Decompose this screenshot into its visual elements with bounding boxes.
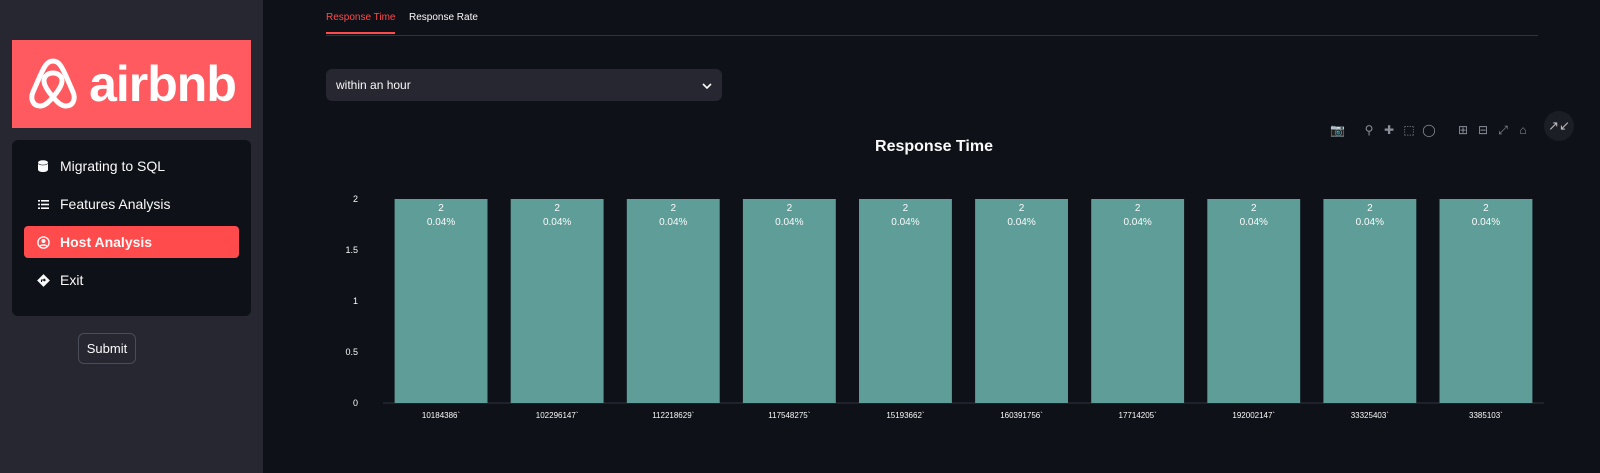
- bar-percent-label: 0.04%: [1007, 217, 1035, 228]
- bar-value-label: 2: [1135, 203, 1141, 214]
- bar-value-label: 2: [554, 203, 560, 214]
- menu-item-host-analysis[interactable]: Host Analysis: [24, 226, 239, 258]
- bar-value-label: 2: [438, 203, 444, 214]
- sign-turn-icon: [36, 273, 50, 287]
- bar-percent-label: 0.04%: [891, 217, 919, 228]
- bar-value-label: 2: [1019, 203, 1025, 214]
- bar[interactable]: [1207, 199, 1301, 403]
- bar[interactable]: [975, 199, 1068, 403]
- y-tick-label: 0.5: [345, 347, 358, 357]
- menu-item-exit[interactable]: Exit: [24, 264, 239, 296]
- list-icon: [36, 197, 50, 211]
- navigation-menu: Migrating to SQL Features Analysis Host …: [12, 140, 251, 316]
- x-tick-label: 117548275`: [768, 411, 810, 420]
- x-tick-label: 192002147`: [1232, 411, 1275, 420]
- submit-button[interactable]: Submit: [78, 333, 136, 364]
- bar-percent-label: 0.04%: [659, 217, 687, 228]
- airbnb-belo-icon: [29, 58, 77, 109]
- bar-percent-label: 0.04%: [427, 217, 455, 228]
- x-tick-label: 3385103`: [1469, 411, 1503, 420]
- bar[interactable]: [1439, 199, 1533, 403]
- tab-response-rate[interactable]: Response Rate: [409, 12, 478, 32]
- bar-value-label: 2: [787, 203, 793, 214]
- bar-percent-label: 0.04%: [1472, 217, 1500, 228]
- x-tick-label: 112218629`: [652, 411, 694, 420]
- sidebar: airbnb Migrating to SQL Features Analysi…: [0, 0, 263, 473]
- tab-bar: Response Time Response Rate: [326, 0, 1538, 36]
- y-tick-label: 1.5: [345, 245, 358, 255]
- bar[interactable]: [1091, 199, 1185, 403]
- x-tick-label: 33325403`: [1351, 411, 1390, 420]
- x-tick-label: 17714205`: [1119, 411, 1158, 420]
- x-tick-label: 102296147`: [536, 411, 579, 420]
- menu-item-label: Exit: [60, 272, 84, 288]
- expand-icon: ↗↙: [1548, 118, 1570, 133]
- x-axis-ticks: 10184386` 102296147` 112218629` 117548275` 1…: [422, 411, 1503, 420]
- bar[interactable]: [510, 199, 604, 403]
- x-tick-label: 160391756`: [1000, 411, 1043, 420]
- y-axis-ticks: 0 0.5 1 1.5 2: [345, 194, 358, 408]
- x-tick-label: 10184386`: [422, 411, 461, 420]
- bar-value-label: 2: [903, 203, 909, 214]
- bar-percent-label: 0.04%: [1356, 217, 1384, 228]
- bar[interactable]: [742, 199, 836, 403]
- bar-value-label: 2: [1483, 203, 1489, 214]
- y-tick-label: 0: [353, 398, 358, 408]
- chevron-down-icon: [702, 78, 712, 92]
- x-tick-label: 15193662`: [886, 411, 925, 420]
- logo-wordmark: airbnb: [89, 56, 237, 112]
- menu-item-features-analysis[interactable]: Features Analysis: [24, 188, 239, 220]
- bar[interactable]: [394, 199, 488, 403]
- response-time-chart: Response Time 0 0.5 1 1.5 2 2 0.04% 2 0.04% 2 0.0…: [345, 138, 1544, 420]
- select-value: within an hour: [336, 78, 411, 92]
- bar[interactable]: [859, 199, 952, 403]
- bar[interactable]: [1323, 199, 1417, 403]
- tab-response-time[interactable]: Response Time: [326, 12, 396, 34]
- bar-percent-label: 0.04%: [775, 217, 803, 228]
- menu-item-label: Host Analysis: [60, 234, 153, 250]
- bar[interactable]: [626, 199, 720, 403]
- bar-percent-label: 0.04%: [1123, 217, 1151, 228]
- person-circle-icon: [36, 235, 50, 249]
- response-time-select[interactable]: within an hour: [326, 69, 722, 101]
- bar-percent-label: 0.04%: [543, 217, 571, 228]
- bar-series: 2 0.04% 2 0.04% 2 0.04% 2 0.04% 2 0.04% 2 0.04% 2 0.0…: [394, 199, 1533, 403]
- menu-item-label: Features Analysis: [60, 196, 171, 212]
- menu-item-label: Migrating to SQL: [60, 158, 166, 174]
- bar-percent-label: 0.04%: [1240, 217, 1268, 228]
- airbnb-logo: airbnb: [12, 40, 251, 128]
- bar-value-label: 2: [670, 203, 676, 214]
- y-tick-label: 1: [353, 296, 358, 306]
- database-icon: [36, 159, 50, 173]
- y-tick-label: 2: [353, 194, 358, 204]
- fullscreen-button[interactable]: ↗↙: [1544, 111, 1574, 141]
- bar-value-label: 2: [1251, 203, 1257, 214]
- menu-item-migrating-to-sql[interactable]: Migrating to SQL: [24, 150, 239, 182]
- chart-title: Response Time: [875, 138, 993, 155]
- bar-value-label: 2: [1367, 203, 1373, 214]
